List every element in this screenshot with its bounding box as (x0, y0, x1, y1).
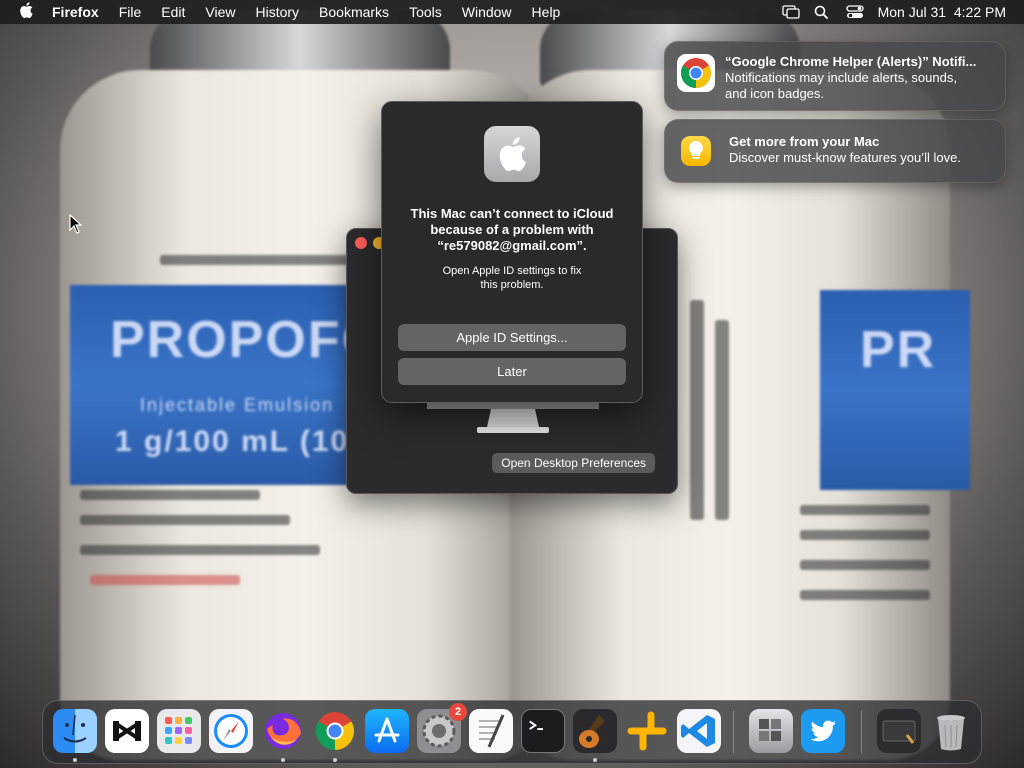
twitter-icon[interactable] (801, 709, 845, 753)
notification-body-line: Notifications may include alerts, sounds… (725, 70, 957, 85)
running-indicator (333, 758, 337, 762)
garageband-icon[interactable] (573, 709, 617, 762)
menu-file[interactable]: File (109, 4, 152, 20)
notification-badge: 2 (449, 703, 467, 721)
apple-menu-icon[interactable] (0, 1, 52, 23)
mouse-cursor-icon (69, 213, 83, 239)
alert-message: Open Apple ID settings to fix this probl… (422, 264, 602, 292)
menu-edit[interactable]: Edit (151, 4, 195, 20)
textedit-icon[interactable] (469, 709, 513, 753)
menu-history[interactable]: History (245, 4, 309, 20)
menu-help[interactable]: Help (522, 4, 571, 20)
notification-body-line: Discover must-know features you’ll love. (729, 150, 961, 165)
running-indicator (73, 758, 77, 762)
chrome-icon (677, 54, 715, 92)
alert-message-line: Open Apple ID settings to fix (442, 265, 582, 277)
sublime-merge-icon[interactable] (625, 709, 669, 753)
close-button[interactable] (355, 237, 367, 249)
safari-icon[interactable] (209, 709, 253, 753)
dock: 2 (42, 700, 982, 764)
running-indicator (281, 758, 285, 762)
dock-separator (733, 711, 734, 753)
screen-mirroring-icon[interactable] (781, 5, 800, 19)
firefox-icon[interactable] (261, 709, 305, 762)
screenshot-icon[interactable] (877, 709, 921, 753)
menu-bar: Firefox File Edit View History Bookmarks… (0, 0, 1024, 24)
launchpad-icon[interactable] (157, 709, 201, 753)
terminal-icon[interactable] (521, 709, 565, 753)
open-desktop-preferences-button[interactable]: Open Desktop Preferences (492, 453, 655, 473)
vscode-icon[interactable] (677, 709, 721, 753)
notification-tips[interactable]: Get more from your Mac Discover must-kno… (664, 119, 1006, 183)
menu-window[interactable]: Window (452, 4, 522, 20)
menu-tools[interactable]: Tools (399, 4, 452, 20)
dock-separator (861, 711, 862, 753)
app-store-icon[interactable] (365, 709, 409, 753)
menu-app-name[interactable]: Firefox (52, 4, 109, 20)
control-center-icon[interactable] (845, 5, 864, 19)
system-preferences-icon[interactable]: 2 (417, 703, 467, 753)
alert-heading: This Mac can’t connect to iCloud because… (400, 206, 624, 254)
alert-heading-line: “re579082@gmail.com”. (437, 238, 587, 253)
menu-bar-clock[interactable]: Mon Jul 31 4:22 PM (878, 4, 1006, 20)
trash-icon[interactable] (929, 709, 973, 753)
finder-icon[interactable] (53, 709, 97, 762)
alert-heading-line: because of a problem with (430, 222, 594, 237)
alert-heading-line: This Mac can’t connect to iCloud (410, 206, 614, 221)
boot-camp-icon[interactable] (749, 709, 793, 753)
chrome-icon[interactable] (313, 709, 357, 762)
alert-message-line: this problem. (480, 279, 544, 291)
menu-bookmarks[interactable]: Bookmarks (309, 4, 399, 20)
running-indicator (593, 758, 597, 762)
notification-body-line: and icon badges. (725, 86, 825, 101)
notification-title: Get more from your Mac (729, 134, 880, 149)
apple-logo-icon (484, 126, 540, 182)
menu-view[interactable]: View (195, 4, 245, 20)
monitor-illustration (425, 401, 601, 437)
icloud-alert-dialog: This Mac can’t connect to iCloud because… (381, 101, 643, 403)
apple-id-settings-button[interactable]: Apple ID Settings... (398, 324, 626, 351)
notification-title: “Google Chrome Helper (Alerts)” Notifi..… (725, 54, 977, 69)
tips-lightbulb-icon (681, 136, 711, 166)
notification-chrome-alerts[interactable]: “Google Chrome Helper (Alerts)” Notifi..… (664, 41, 1006, 111)
spotlight-search-icon[interactable] (814, 5, 832, 19)
capcut-icon[interactable] (105, 709, 149, 753)
later-button[interactable]: Later (398, 358, 626, 385)
